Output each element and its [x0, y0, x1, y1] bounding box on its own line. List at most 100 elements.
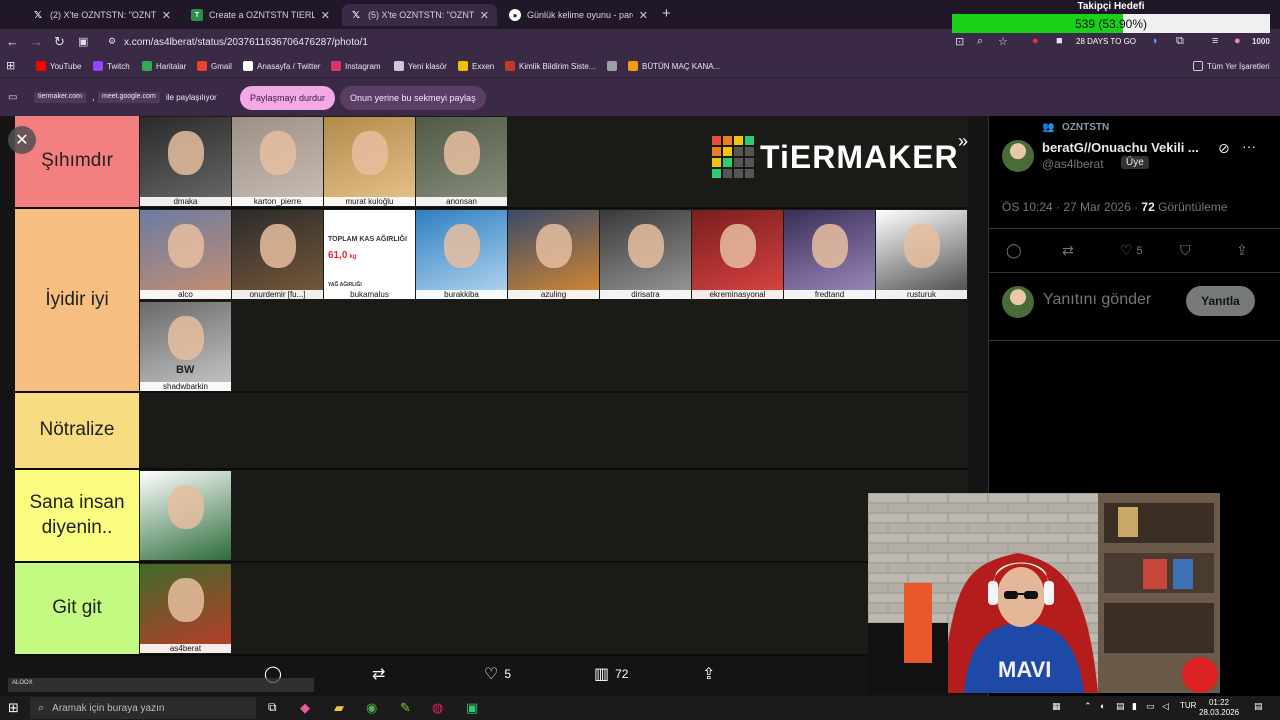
windows-start-icon[interactable]: ⊞ [8, 700, 19, 716]
zoom-icon[interactable]: ⌕ [977, 35, 983, 48]
tier-item-image [140, 471, 231, 560]
bookmark-item[interactable]: Kimlik Bildirim Siste... [505, 61, 595, 71]
notepad-icon[interactable]: ✎ [400, 700, 411, 716]
file-explorer-icon[interactable]: ▰ [334, 700, 344, 716]
clock[interactable]: 01:22 28.03.2026 [1199, 698, 1239, 718]
new-tab-button[interactable]: + [662, 5, 671, 22]
shared-site-chip: tiermaker.com [34, 92, 86, 103]
extension-icon[interactable]: ■ [1056, 35, 1063, 47]
avatar[interactable] [1002, 140, 1034, 172]
share-icon[interactable]: ⇪ [1236, 242, 1248, 259]
bookmark-icon [197, 61, 207, 71]
extension-badge[interactable]: 28 DAYS TO GO [1076, 37, 1136, 46]
tray-icon[interactable]: ◐ [1100, 701, 1105, 711]
bookmark-item[interactable]: Twitch [93, 61, 130, 71]
browser-tab-active[interactable]: 𝕏 (5) X'te OZNTSTN: "OZNTSTN ✕ [342, 4, 497, 26]
user-handle[interactable]: @as4lberat [1042, 157, 1104, 171]
chevron-up-icon[interactable]: ⌃ [1084, 701, 1092, 712]
profile-avatar-icon[interactable]: ● [1234, 35, 1241, 47]
bookmark-item[interactable]: Yeni klasör [394, 61, 447, 71]
all-bookmarks[interactable]: Tüm Yer İşaretleri [1193, 61, 1270, 71]
obs-icon[interactable]: ◍ [432, 700, 443, 716]
bookmark-label: Haritalar [156, 61, 187, 71]
photo-viewer: Şıhımdır İyidir iyi Nötralize Sana insan di… [0, 116, 988, 696]
share-icon: ⇪ [702, 666, 716, 683]
bookmark-icon[interactable]: ⛉ [1180, 242, 1191, 259]
extension-icon[interactable]: ◗ [1152, 35, 1159, 47]
tier-item-image: as4berat [140, 564, 231, 653]
split-view-icon[interactable]: ▣ [78, 35, 88, 48]
bookmark-item[interactable]: BÜTÜN MAÇ KANA... [628, 61, 720, 71]
reload-icon[interactable]: ↻ [54, 34, 65, 50]
bookmark-label: Kimlik Bildirim Siste... [519, 61, 596, 71]
bookmark-item[interactable]: Haritalar [142, 61, 186, 71]
share-button[interactable]: ⇪ [702, 664, 721, 684]
tweet-time[interactable]: ÖS 10:24 · 27 Mar 2026 [1002, 200, 1131, 214]
microphone-icon[interactable]: ▮ [1132, 701, 1137, 712]
like-button[interactable]: ♡ 5 [484, 664, 511, 684]
bookmark-icon [142, 61, 152, 71]
language-indicator[interactable]: TUR [1180, 701, 1196, 710]
media-icon[interactable]: ≡ [1212, 35, 1218, 47]
tier-label: Nötralize [15, 393, 139, 468]
translate-icon[interactable]: ⊡ [955, 35, 964, 48]
retweet-icon[interactable]: ⇄ [1062, 242, 1074, 259]
image-caption: azuling [508, 290, 599, 299]
browser-tab[interactable]: T Create a OZNTSTN TIERLIST ✕ [183, 4, 338, 26]
display-name[interactable]: beratG//Onuachu Vekili ... [1042, 140, 1199, 155]
close-tab-icon[interactable]: ✕ [321, 9, 330, 22]
volume-icon[interactable]: ◁ [1162, 701, 1169, 712]
bookmark-item[interactable]: YouTube [36, 61, 81, 71]
bookmark-star-icon[interactable]: ☆ [998, 35, 1008, 48]
follower-goal-bar: 539 (53.90%) [952, 14, 1270, 33]
reply-submit-button[interactable]: Yanıtla [1186, 286, 1255, 316]
tier-item-image: onurdemir [fu...] [232, 210, 323, 299]
bookmark-item[interactable]: Exxen [458, 61, 494, 71]
community-name[interactable]: OZNTSTN [1062, 122, 1109, 133]
tray-icon[interactable]: ▤ [1116, 701, 1125, 712]
my-avatar [1002, 286, 1034, 318]
bookmark-item[interactable]: Anasayfa / Twitter [243, 61, 320, 71]
task-view-icon[interactable]: ⧉ [268, 700, 277, 715]
reply-input[interactable]: Yanıtını gönder [1043, 291, 1151, 309]
notifications-icon[interactable]: ▤ [1254, 701, 1263, 712]
tier-item-image: burakkiba [416, 210, 507, 299]
image-value-unit: kg [349, 254, 357, 260]
browser-tab[interactable]: 𝕏 (2) X'te OZNTSTN: "OZNTSTN ✕ [24, 4, 179, 26]
bookmark-item[interactable]: Gmail [197, 61, 232, 71]
close-tab-icon[interactable]: ✕ [162, 9, 171, 22]
more-options-icon[interactable]: ··· [1242, 138, 1256, 154]
site-info-icon[interactable]: ⚙ [108, 36, 116, 47]
close-tab-icon[interactable]: ✕ [480, 9, 489, 22]
bookmarks-bar: ⊞ Tüm Yer İşaretleri YouTube Twitch Harita… [0, 55, 1280, 78]
share-this-tab-button[interactable]: Onun yerine bu sekmeyi paylaş [340, 86, 486, 110]
extension-icon[interactable]: ● [1032, 35, 1039, 47]
view-count: 72 [615, 667, 629, 681]
chrome-icon[interactable]: ◉ [366, 700, 377, 716]
views-button[interactable]: ▥ 72 [594, 664, 628, 684]
like-button[interactable]: ♡ 5 [1120, 242, 1143, 259]
url-field[interactable]: x.com/as4lberat/status/20376116367064762… [120, 33, 970, 51]
stop-sharing-button[interactable]: Paylaşmayı durdur [240, 86, 336, 110]
tier-item-image: TOPLAM KAS AĞIRLIĞI 61,0 kg YAĞ AĞIRLIĞI buk… [324, 210, 415, 299]
bookmark-item[interactable] [607, 61, 621, 71]
apps-grid-icon[interactable]: ⊞ [6, 59, 15, 72]
close-tab-icon[interactable]: ✕ [639, 9, 648, 22]
forward-arrow-icon[interactable]: → [30, 34, 43, 49]
back-arrow-icon[interactable]: ← [6, 34, 19, 49]
retweet-button[interactable]: ⇄ [372, 664, 391, 684]
person-head-shape [260, 131, 296, 175]
person-head-shape [168, 316, 204, 360]
taskbar-search-placeholder: Aramak için buraya yazın [52, 702, 165, 714]
browser-tab[interactable]: ● Günlük kelime oyunu - parolla ✕ [501, 4, 656, 26]
app-icon[interactable]: ▣ [466, 700, 478, 716]
network-icon[interactable]: ▭ [1146, 701, 1155, 712]
bookmark-item[interactable]: Instagram [331, 61, 381, 71]
close-icon[interactable]: ✕ [8, 126, 36, 154]
reply-icon[interactable]: ◯ [1006, 242, 1022, 259]
taskbar-search[interactable]: ⌕ Aramak için buraya yazın [30, 697, 256, 719]
copilot-icon[interactable]: ◆ [300, 700, 310, 716]
grok-icon[interactable]: ⊘ [1218, 140, 1230, 157]
tray-icon[interactable]: ▦ [1052, 701, 1061, 712]
extensions-puzzle-icon[interactable]: ⧉ [1176, 35, 1184, 48]
